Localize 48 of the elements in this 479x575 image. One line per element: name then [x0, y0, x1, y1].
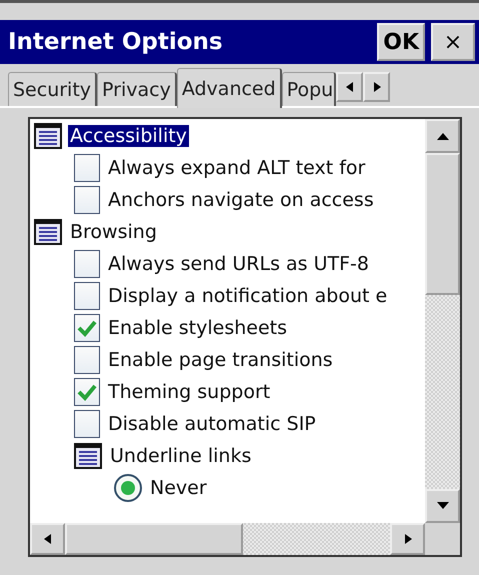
option-label: Always send URLs as UTF-8	[107, 253, 370, 275]
option-label: Enable page transitions	[107, 349, 334, 371]
vertical-scrollbar[interactable]	[425, 119, 460, 523]
checkbox[interactable]	[74, 346, 100, 374]
tab[interactable]: Privacy	[97, 72, 177, 106]
checkbox[interactable]	[74, 186, 100, 214]
tab[interactable]: Advanced	[176, 68, 282, 108]
check-icon	[77, 319, 97, 337]
list-icon	[34, 219, 62, 245]
checkbox[interactable]	[74, 378, 100, 406]
ok-button[interactable]: OK	[377, 23, 425, 61]
checkbox[interactable]	[74, 282, 100, 310]
list-icon	[34, 123, 62, 149]
category-label[interactable]: Accessibility	[68, 125, 189, 147]
check-icon	[77, 383, 97, 401]
checkbox[interactable]	[74, 410, 100, 438]
tab[interactable]: Security	[8, 72, 98, 106]
scroll-up-button[interactable]	[425, 119, 460, 153]
tab-scroll-left-button[interactable]	[336, 72, 364, 102]
option-label: Display a notification about e	[107, 285, 388, 307]
window-title: Internet Options	[8, 29, 224, 55]
option-label: Never	[149, 477, 208, 499]
tab[interactable]: Popu	[282, 72, 336, 106]
horizontal-scrollbar[interactable]	[30, 523, 425, 555]
scrollbar-corner	[425, 523, 460, 555]
scroll-thumb[interactable]	[65, 523, 243, 555]
list-icon	[74, 443, 102, 469]
tab-scroll-right-button[interactable]	[363, 72, 390, 102]
scroll-right-button[interactable]	[390, 523, 425, 555]
left-arrow-icon	[344, 82, 356, 92]
category-label[interactable]: Underline links	[108, 445, 254, 467]
option-label: Disable automatic SIP	[107, 413, 317, 435]
option-label: Theming support	[107, 381, 272, 403]
option-label: Always expand ALT text for	[107, 157, 366, 179]
left-arrow-icon	[42, 534, 54, 544]
radio-button[interactable]	[114, 474, 142, 502]
scroll-left-button[interactable]	[30, 523, 65, 555]
scroll-down-button[interactable]	[425, 489, 460, 523]
up-arrow-icon	[436, 131, 448, 141]
option-label: Enable stylesheets	[107, 317, 288, 339]
down-arrow-icon	[436, 501, 448, 511]
category-label[interactable]: Browsing	[68, 221, 159, 243]
scroll-thumb[interactable]	[425, 153, 460, 295]
checkbox[interactable]	[74, 314, 100, 342]
checkbox[interactable]	[74, 154, 100, 182]
checkbox[interactable]	[74, 250, 100, 278]
option-label: Anchors navigate on access	[107, 189, 375, 211]
close-button[interactable]: ×	[431, 23, 475, 61]
